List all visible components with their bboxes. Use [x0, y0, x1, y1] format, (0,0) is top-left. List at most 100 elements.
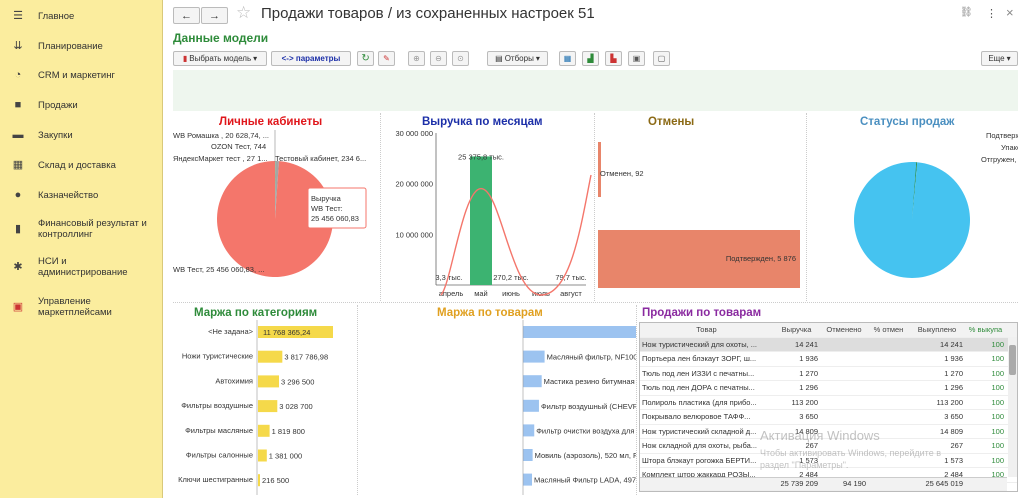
table-cell: 100	[991, 412, 1004, 422]
bar	[258, 449, 267, 462]
close-icon[interactable]: ×	[1006, 5, 1014, 20]
settings-tool-icon[interactable]: ✎	[378, 51, 395, 66]
more-menu-button[interactable]: Еще ▾	[981, 51, 1018, 66]
sidebar-item-4[interactable]: ▬ Закупки	[0, 128, 163, 142]
panel-divider	[636, 305, 637, 495]
link-icon[interactable]: ⛓	[960, 7, 973, 18]
table-cell: Покрывало велюровое ТАФФ...	[642, 412, 751, 422]
cancellations-title: Отмены	[648, 116, 695, 128]
table-cell: 3 650	[799, 412, 818, 422]
table-scrollbar[interactable]	[1008, 337, 1017, 477]
chevron-down-icon: ▾	[1006, 54, 1011, 63]
slice-label: ЯндексМаркет тест , 27 1...	[173, 154, 268, 163]
column-header[interactable]: Выкуплено	[909, 325, 965, 334]
print-icon[interactable]: ▣	[628, 51, 645, 66]
personal-accounts-title: Личные кабинеты	[219, 116, 323, 128]
table-cell: Нож туристический складной д...	[642, 426, 757, 436]
table-view-icon[interactable]: ▦	[559, 51, 576, 66]
y-tick-label: 10 000 000	[395, 230, 433, 239]
column-header[interactable]: % выкупа	[965, 325, 1006, 334]
column-header[interactable]: % отмен	[868, 325, 909, 334]
total-cell: 25 645 019	[925, 479, 963, 489]
layout-icon[interactable]: ▢	[653, 51, 670, 66]
bar-value-label: 11 768 365,24	[263, 328, 310, 337]
table-row[interactable]: Тюль под лен ИЗЗИ с печатны... 1 270 1 270…	[640, 367, 1017, 381]
table-cell: 1 936	[944, 354, 963, 364]
sidebar-item-8[interactable]: ✱ НСИ и администрирование	[0, 256, 163, 278]
zoom-reset-icon[interactable]: ⊙	[452, 51, 469, 66]
chevron-down-icon: ▾	[535, 54, 540, 63]
scrollbar-thumb[interactable]	[1009, 345, 1016, 375]
add-chart-icon[interactable]: ▟	[582, 51, 599, 66]
sales-statuses-pie-chart: Подтвержден, 4, 0,07% Упакован, 5, 0,08% О…	[854, 131, 1018, 278]
sidebar-item-6[interactable]: ● Казначейство	[0, 188, 163, 202]
margin-by-goods-title: Маржа по товарам	[437, 307, 543, 319]
zoom-in-icon[interactable]: ⊕	[408, 51, 425, 66]
table-row[interactable]: Портьера лен блэкаут ЗОРГ, ш... 1 936 1 93…	[640, 352, 1017, 367]
margin-by-category-title: Маржа по категориям	[194, 307, 318, 319]
bar	[523, 375, 542, 388]
table-cell: 100	[991, 368, 1004, 378]
category-label: Фильтры салонные	[186, 451, 253, 460]
more-label: Еще	[988, 54, 1005, 63]
forward-button[interactable]: →	[201, 7, 228, 24]
bar-value-label: 1 381 000	[269, 452, 302, 461]
sidebar-item-1[interactable]: ⇊ Планирование	[0, 39, 163, 53]
bar-value-label: 1 819 800	[272, 427, 305, 436]
category-label: <Не задана>	[208, 327, 254, 336]
sidebar-item-0[interactable]: ☰ Главное	[0, 9, 163, 23]
table-cell: 14 241	[795, 339, 818, 349]
page-title: Продажи товаров / из сохраненных настрое…	[261, 5, 595, 22]
sidebar-item-label: CRM и маркетинг	[38, 69, 115, 81]
choose-model-button[interactable]: ▮ Выбрать модель ▾	[173, 51, 267, 66]
table-header-row: Товар Выручка Отменено% отмен Выкуплено% вы…	[640, 323, 1017, 338]
table-row[interactable]: Полироль пластика (для прибо... 113 200 11…	[640, 396, 1017, 410]
chevron-down-icon: ▾	[253, 54, 258, 63]
params-button[interactable]: <-> параметры	[271, 51, 351, 66]
table-row[interactable]: Тюль под лен ДОРА с печатны... 1 296 1 296…	[640, 381, 1017, 396]
zoom-out-icon[interactable]: ⊖	[430, 51, 447, 66]
category-label: Фильтры масляные	[185, 426, 253, 435]
bar	[470, 156, 492, 285]
table-cell: 100	[991, 354, 1004, 364]
revenue-by-month-title: Выручка по месяцам	[422, 116, 543, 128]
x-tick-label: август	[560, 289, 582, 298]
margin-by-goods-chart: <Пусто>, 11 584 758,5Масляный фильтр, NF…	[522, 320, 636, 495]
filters-button[interactable]: ▤ Отборы ▾	[487, 51, 548, 66]
sidebar-item-3[interactable]: ■ Продажи	[0, 98, 163, 112]
sales-bag-icon: ■	[14, 98, 22, 111]
refresh-icon[interactable]: ↻	[357, 51, 374, 66]
table-totals-row: 25 739 209 94 190 25 645 019	[640, 476, 1007, 491]
bar	[523, 350, 545, 363]
table-cell: Тюль под лен ИЗЗИ с печатны...	[642, 368, 755, 378]
sidebar-item-7[interactable]: ▮ Финансовый результат и контроллинг	[0, 218, 163, 240]
cart-icon: ▬	[12, 128, 24, 141]
column-header[interactable]: Товар	[640, 325, 773, 334]
column-header[interactable]: Отменено	[820, 325, 868, 334]
table-cell: 14 241	[940, 339, 963, 349]
favorite-star-icon[interactable]: ☆	[236, 3, 251, 23]
personal-accounts-pie-chart: WB Ромашка , 20 628,74, ... OZON Тест, 74…	[173, 130, 367, 277]
delete-chart-icon[interactable]: ▙	[605, 51, 622, 66]
category-label: Фильтры воздушные	[181, 401, 253, 410]
column-header[interactable]: Выручка	[773, 325, 820, 334]
category-label: Ножи туристические	[182, 352, 253, 361]
slice-label: OZON Тест, 744	[211, 142, 266, 151]
table-cell: 3 650	[944, 412, 963, 422]
more-vert-icon[interactable]: ⋮	[986, 7, 997, 20]
total-cell: 25 739 209	[780, 479, 818, 489]
table-row[interactable]: Покрывало велюровое ТАФФ... 3 650 3 650 100	[640, 410, 1017, 425]
bar-value-label: 216 500	[262, 476, 289, 485]
bar-value-label: Масляный Фильтр LADA, 497 000	[534, 476, 636, 485]
back-button[interactable]: ←	[173, 7, 200, 24]
category-label: Автохимия	[215, 376, 253, 385]
bar	[523, 399, 539, 412]
table-row[interactable]: Нож туристический для охоты, ... 14 241 14…	[640, 337, 1017, 352]
bar	[523, 326, 636, 338]
slice-label: WB Ромашка , 20 628,74, ...	[173, 131, 269, 140]
sidebar-item-2[interactable]: ◔ CRM и маркетинг	[0, 68, 163, 82]
table-cell: 100	[991, 383, 1004, 393]
cancellations-chart: Отменен, 92 Подтвержден, 5 876	[598, 142, 800, 288]
sidebar-item-5[interactable]: ▦ Склад и доставка	[0, 158, 163, 172]
sidebar-item-9[interactable]: ▣ Управление маркетплейсами	[0, 296, 163, 318]
